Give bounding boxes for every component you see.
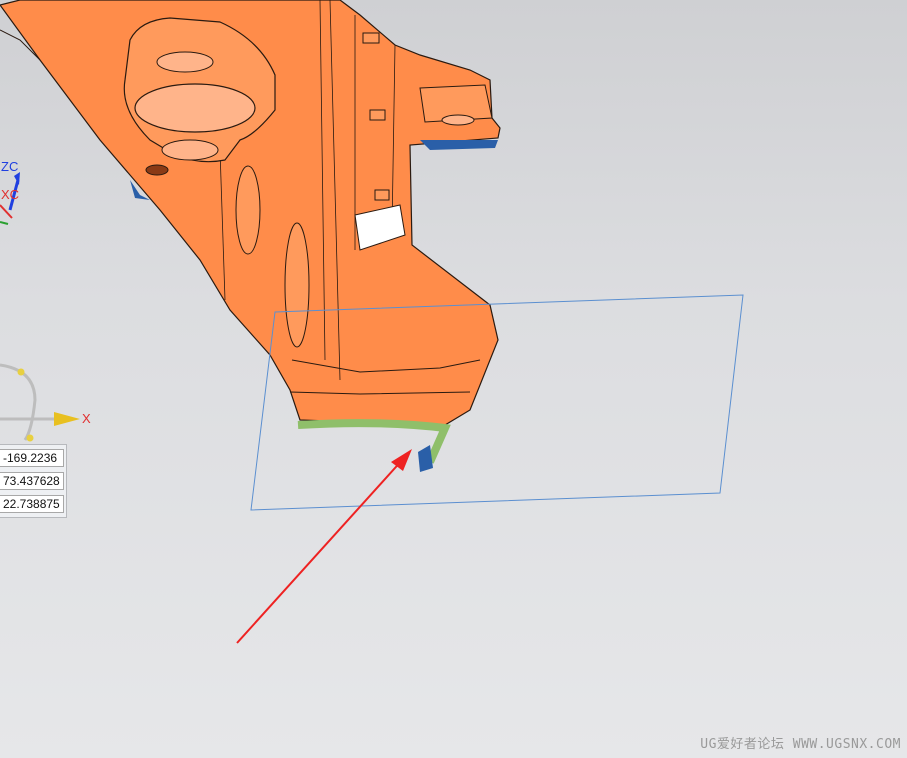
- hole-middle[interactable]: [134, 83, 256, 133]
- hole-bottom[interactable]: [161, 139, 219, 161]
- xc-label: XC: [1, 187, 19, 202]
- small-hole[interactable]: [145, 164, 169, 176]
- watermark-text: UG爱好者论坛 WWW.UGSNX.COM: [700, 737, 901, 752]
- x-coordinate-field[interactable]: -169.2236: [0, 449, 64, 467]
- graphics-viewport[interactable]: ZC XC X: [0, 0, 907, 758]
- move-handle-manipulator[interactable]: X: [0, 363, 91, 442]
- y-coordinate-field[interactable]: 73.437628: [0, 472, 64, 490]
- x-axis-label: X: [82, 411, 91, 426]
- rotation-handle-bottom[interactable]: [26, 434, 34, 442]
- rotation-handle-top[interactable]: [17, 368, 25, 376]
- zc-label: ZC: [1, 159, 18, 174]
- z-coordinate-field[interactable]: 22.738875: [0, 495, 64, 513]
- hole-top[interactable]: [156, 51, 214, 73]
- x-axis-handle[interactable]: [54, 412, 80, 426]
- part-body[interactable]: [0, 0, 501, 472]
- annotation-arrow: [236, 449, 412, 644]
- slot-1[interactable]: [235, 165, 261, 255]
- slot-2[interactable]: [284, 222, 310, 348]
- wcs-triad: ZC XC: [0, 159, 20, 225]
